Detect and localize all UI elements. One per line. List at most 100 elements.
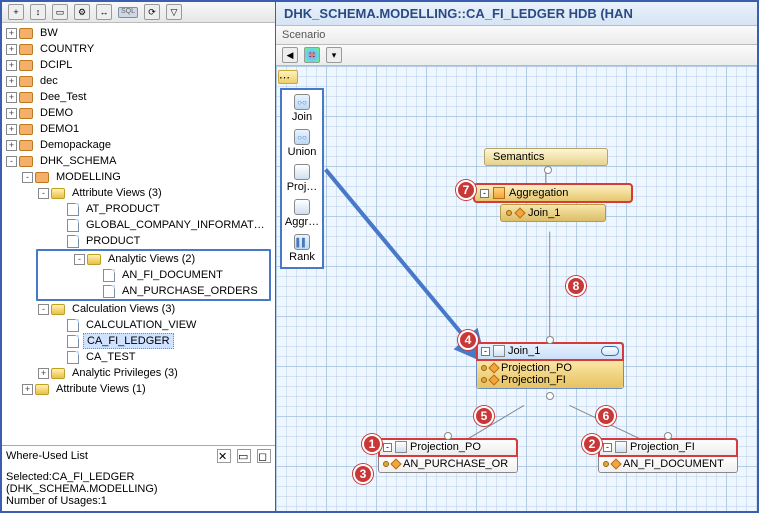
tree-item[interactable]: PRODUCT — [2, 233, 275, 249]
tree-item[interactable]: CA_FI_LEDGER — [2, 333, 275, 349]
annotation-badge: 6 — [596, 406, 616, 426]
collapse-icon[interactable]: - — [38, 304, 49, 315]
folder-icon — [51, 304, 65, 315]
tree-item[interactable]: +dec — [2, 73, 275, 89]
navigator-tree[interactable]: +BW+COUNTRY+DCIPL+dec+Dee_Test+DEMO+DEMO… — [2, 23, 275, 445]
collapse-icon[interactable]: - — [74, 254, 85, 265]
tree-item[interactable]: CA_TEST — [2, 349, 275, 365]
tree-item[interactable]: + BW — [2, 25, 275, 41]
expand-icon[interactable]: + — [6, 44, 17, 55]
view-icon — [103, 269, 115, 282]
expand-icon[interactable]: + — [6, 92, 17, 103]
port[interactable] — [546, 392, 554, 400]
package-icon — [19, 156, 33, 167]
annotation-badge: 3 — [353, 464, 373, 484]
back-icon[interactable]: ◀ — [282, 47, 298, 63]
palette-item-rank[interactable]: Rank — [289, 234, 315, 263]
sql-button[interactable]: SQL — [118, 7, 138, 18]
tree-item[interactable]: +Attribute Views (1) — [2, 381, 275, 397]
palette-handle[interactable]: ⋯ — [278, 70, 298, 84]
expand-icon[interactable]: + — [6, 140, 17, 151]
tools-icon[interactable]: ⚙ — [74, 4, 90, 20]
expand-icon[interactable]: + — [6, 60, 17, 71]
tree-item[interactable]: AN_FI_DOCUMENT — [38, 267, 269, 283]
tree-item[interactable]: +Demopackage — [2, 137, 275, 153]
package-icon — [19, 124, 33, 135]
collapse-icon[interactable]: - — [22, 172, 33, 183]
palette-item-aggr[interactable]: Aggr… — [285, 199, 319, 228]
menu-dropdown-icon[interactable]: ▾ — [326, 47, 342, 63]
tree-item[interactable]: -Analytic Views (2) — [38, 251, 269, 267]
tree-connector — [54, 236, 65, 247]
palette-item-union[interactable]: Union — [288, 129, 317, 158]
analytic-views-highlight: -Analytic Views (2)AN_FI_DOCUMENTAN_PURC… — [36, 249, 271, 301]
tree-item[interactable]: +DEMO — [2, 105, 275, 121]
port[interactable] — [544, 166, 552, 174]
aggregation-node[interactable]: - Aggregation Join_1 — [474, 184, 632, 222]
collapse-icon[interactable]: - — [6, 156, 17, 167]
tree-item-label: PRODUCT — [83, 234, 143, 248]
maximize-icon[interactable]: ◻ — [257, 449, 271, 463]
annotation-badge: 7 — [456, 180, 476, 200]
tree-connector — [54, 352, 65, 363]
port[interactable] — [444, 432, 452, 440]
folder-icon — [51, 188, 65, 199]
tree-item[interactable]: +COUNTRY — [2, 41, 275, 57]
expand-icon[interactable]: + — [22, 384, 33, 395]
collapse-icon[interactable]: - — [38, 188, 49, 199]
join-node[interactable]: - Join_1 Projection_PO Projection_FI — [476, 342, 624, 389]
overlap-icon — [601, 346, 619, 356]
collapse-icon[interactable]: - — [603, 443, 612, 452]
tree-item[interactable]: AN_PURCHASE_ORDERS — [38, 283, 269, 299]
expand-icon[interactable]: + — [6, 124, 17, 135]
port[interactable] — [664, 432, 672, 440]
tree-item[interactable]: + DCIPL — [2, 57, 275, 73]
expand-icon[interactable]: + — [6, 108, 17, 119]
link-icon[interactable]: ↔ — [96, 4, 112, 20]
palette-item-proj[interactable]: Proj… — [287, 164, 318, 193]
palette-item-join[interactable]: Join — [292, 94, 312, 123]
filter-icon[interactable]: ▽ — [166, 4, 182, 20]
view-icon — [67, 335, 79, 348]
node-palette: Join Union Proj… Aggr… Rank — [280, 88, 324, 269]
palette-icon[interactable]: ∷ — [304, 47, 320, 63]
tree-item-label: BW — [37, 26, 61, 40]
tree-item[interactable]: +Dee_Test — [2, 89, 275, 105]
package-icon — [19, 140, 33, 151]
tree-item[interactable]: AT_PRODUCT — [2, 201, 275, 217]
collapse-icon[interactable]: ↕ — [30, 4, 46, 20]
refresh-icon[interactable]: ⟳ — [144, 4, 160, 20]
collapse-icon[interactable]: - — [480, 189, 489, 198]
port[interactable] — [546, 336, 554, 344]
projection-po-node[interactable]: - Projection_PO AN_PURCHASE_OR — [378, 438, 518, 473]
new-icon[interactable]: + — [8, 4, 24, 20]
view-icon[interactable]: ▭ — [52, 4, 68, 20]
tree-item[interactable]: -DHK_SCHEMA — [2, 153, 275, 169]
expand-icon[interactable]: + — [6, 76, 17, 87]
annotation-badge: 4 — [458, 330, 478, 350]
projection-fi-node[interactable]: - Projection_FI AN_FI_DOCUMENT — [598, 438, 738, 473]
tree-item-label: CALCULATION_VIEW — [83, 318, 199, 332]
expand-icon[interactable]: + — [6, 28, 17, 39]
tree-item[interactable]: +Analytic Privileges (3) — [2, 365, 275, 381]
collapse-icon[interactable]: - — [481, 347, 490, 356]
close-icon[interactable]: ✕ — [217, 449, 231, 463]
collapse-icon[interactable]: - — [383, 443, 392, 452]
semantics-node[interactable]: Semantics — [484, 148, 608, 166]
expand-icon[interactable]: + — [38, 368, 49, 379]
tree-item[interactable]: -Calculation Views (3) — [2, 301, 275, 317]
tree-connector — [90, 286, 101, 297]
minimize-icon[interactable]: ▭ — [237, 449, 251, 463]
tree-item-label: CA_TEST — [83, 350, 139, 364]
tree-item[interactable]: -MODELLING — [2, 169, 275, 185]
join-icon — [294, 94, 310, 110]
tree-item[interactable]: +DEMO1 — [2, 121, 275, 137]
tree-item-label: DCIPL — [37, 58, 75, 72]
tree-item[interactable]: -Attribute Views (3) — [2, 185, 275, 201]
palette-label: Aggr… — [285, 216, 319, 228]
view-icon — [103, 285, 115, 298]
tree-item[interactable]: GLOBAL_COMPANY_INFORMAT… — [2, 217, 275, 233]
input-icon — [514, 207, 525, 218]
scenario-canvas[interactable]: ⋯ Join Union Proj… Aggr… Rank Semantics — [276, 66, 757, 511]
tree-item[interactable]: CALCULATION_VIEW — [2, 317, 275, 333]
